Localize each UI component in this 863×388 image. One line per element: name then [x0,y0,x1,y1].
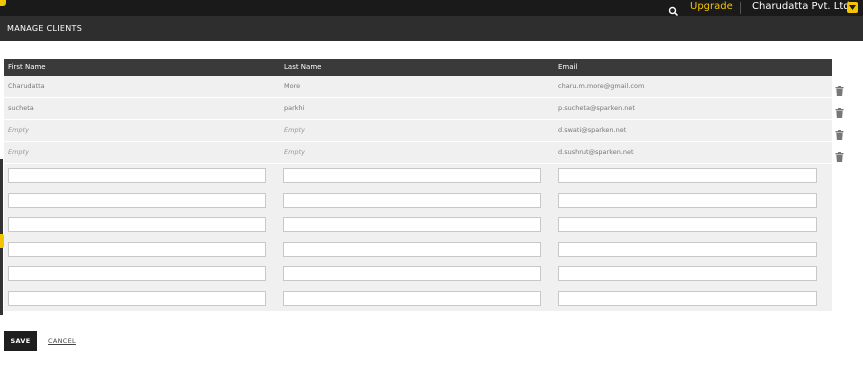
email-input[interactable] [558,168,817,183]
company-name[interactable]: Charudatta Pvt. Ltd [752,0,850,16]
trash-icon[interactable] [835,125,844,140]
divider [740,2,741,14]
page-header: MANAGE CLIENTS [0,16,863,41]
email-input[interactable] [558,290,817,306]
first-name-cell[interactable]: Empty [8,142,29,163]
last-name-input[interactable] [283,290,541,306]
cancel-link[interactable]: CANCEL [48,331,76,351]
logo-icon[interactable] [0,0,6,6]
email-input[interactable] [558,241,817,257]
page-title: MANAGE CLIENTS [7,24,83,33]
email-input[interactable] [558,266,817,281]
new-client-row [4,188,832,213]
email-input[interactable] [558,192,817,208]
last-name-cell[interactable]: More [284,76,300,97]
last-name-cell[interactable]: parkhi [284,98,304,119]
trash-icon[interactable] [835,103,844,118]
email-cell[interactable]: charu.m.more@gmail.com [558,76,644,97]
first-name-cell[interactable]: sucheta [8,98,34,119]
last-name-input[interactable] [283,241,541,257]
save-button[interactable]: SAVE [4,331,37,351]
first-name-cell[interactable]: Empty [8,120,29,141]
first-name-input[interactable] [8,217,266,232]
new-client-row [4,164,832,189]
trash-icon[interactable] [835,81,844,96]
email-cell[interactable]: d.sushrut@sparken.net [558,142,634,163]
new-client-row [4,213,832,238]
table-row: Empty Empty d.swati@sparken.net [4,120,844,142]
last-name-cell[interactable]: Empty [284,120,305,141]
new-client-row [4,286,832,311]
table-header: First Name Last Name Email [4,59,832,76]
first-name-input[interactable] [8,290,266,306]
first-name-input[interactable] [8,241,266,257]
first-name-cell[interactable]: Charudatta [8,76,45,97]
new-client-row [4,262,832,287]
table-row: Charudatta More charu.m.more@gmail.com [4,76,844,98]
chevron-down-icon[interactable] [847,2,858,13]
first-name-input[interactable] [8,192,266,208]
table-row: sucheta parkhi p.sucheta@sparken.net [4,98,844,120]
last-name-input[interactable] [283,192,541,208]
clients-table: First Name Last Name Email Charudatta Mo… [4,59,844,311]
column-header-first-name: First Name [8,63,46,71]
email-cell[interactable]: d.swati@sparken.net [558,120,626,141]
last-name-input[interactable] [283,266,541,281]
first-name-input[interactable] [8,168,266,183]
top-navigation-bar: Upgrade Charudatta Pvt. Ltd [0,0,863,17]
column-header-last-name: Last Name [284,63,322,71]
trash-icon[interactable] [835,147,844,162]
email-input[interactable] [558,217,817,232]
first-name-input[interactable] [8,266,266,281]
column-header-email: Email [558,63,578,71]
new-client-row [4,237,832,262]
last-name-input[interactable] [283,168,541,183]
last-name-input[interactable] [283,217,541,232]
search-icon[interactable] [668,2,679,17]
table-row: Empty Empty d.sushrut@sparken.net [4,142,844,164]
upgrade-link[interactable]: Upgrade [690,0,733,16]
last-name-cell[interactable]: Empty [284,142,305,163]
email-cell[interactable]: p.sucheta@sparken.net [558,98,635,119]
